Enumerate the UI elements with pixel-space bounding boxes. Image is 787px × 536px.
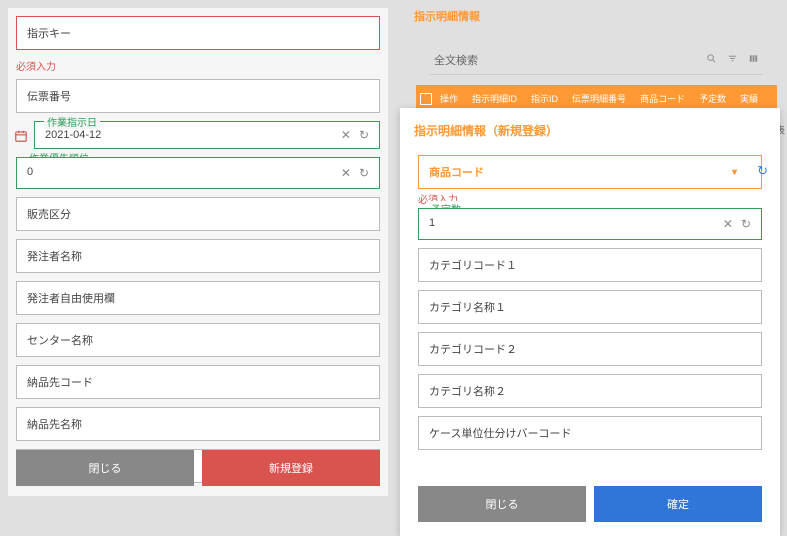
work-date-value: 2021-04-12	[45, 129, 101, 141]
required-label: 必須入力	[16, 58, 380, 73]
refresh-icon[interactable]: ↻	[359, 166, 369, 180]
case-barcode-input[interactable]: ケース単位仕分けバーコード	[418, 416, 762, 450]
refresh-icon[interactable]: ↻	[741, 217, 751, 231]
search-icon[interactable]	[706, 53, 717, 67]
work-date-row: 作業指示日 2021-04-12 ✕ ↻	[16, 121, 380, 149]
orderer-free-input[interactable]: 発注者自由使用欄	[16, 281, 380, 315]
slip-number-input[interactable]: 伝票番号	[16, 79, 380, 113]
close-button[interactable]: 閉じる	[16, 450, 194, 486]
priority-value: 0	[27, 166, 33, 180]
clear-icon[interactable]: ✕	[341, 128, 351, 142]
register-button[interactable]: 新規登録	[202, 450, 380, 486]
refresh-icon[interactable]: ↻	[359, 128, 369, 142]
detail-title: 指示明細情報	[410, 4, 783, 28]
product-code-label: 商品コード	[429, 164, 484, 180]
select-all-checkbox[interactable]	[420, 93, 432, 105]
sales-division-input[interactable]: 販売区分	[16, 197, 380, 231]
refresh-icon[interactable]: ↻	[757, 163, 768, 179]
detail-list-panel: 指示明細情報 全文検索 操作 指示明細ID 指示ID 伝票明細番号 商品コード …	[410, 4, 783, 112]
chevron-down-icon: ▾	[732, 167, 737, 178]
product-code-select[interactable]: 商品コード ▾	[418, 155, 762, 189]
filter-icon[interactable]	[727, 53, 738, 67]
priority-row: 作業優先順位 0 ✕ ↻	[16, 157, 380, 189]
calendar-icon[interactable]	[14, 129, 28, 146]
detail-register-modal: 指示明細情報（新規登録） 商品コード ▾ ↻ 必須入力 予定数 1 ✕ ↻ カテ…	[400, 108, 780, 536]
left-form-panel: 指示キー 必須入力 伝票番号 作業指示日 2021-04-12 ✕ ↻ 作業優先…	[8, 8, 388, 496]
planned-row: 予定数 1 ✕ ↻	[418, 208, 762, 240]
modal-close-button[interactable]: 閉じる	[418, 486, 586, 522]
work-date-label: 作業指示日	[44, 114, 100, 129]
category-code2-input[interactable]: カテゴリコード２	[418, 332, 762, 366]
priority-input[interactable]: 0 ✕ ↻	[16, 157, 380, 189]
th-slip-detail-no[interactable]: 伝票明細番号	[566, 90, 632, 107]
category-code1-input[interactable]: カテゴリコード１	[418, 248, 762, 282]
clear-icon[interactable]: ✕	[341, 166, 351, 180]
columns-icon[interactable]	[748, 53, 759, 67]
required-label: 必須入力	[418, 191, 762, 206]
instruction-key-input[interactable]: 指示キー	[16, 16, 380, 50]
clear-icon[interactable]: ✕	[723, 217, 733, 231]
th-product-code[interactable]: 商品コード	[634, 90, 691, 107]
left-button-row: 閉じる 新規登録	[16, 450, 380, 486]
modal-button-row: 閉じる 確定	[418, 486, 762, 522]
th-actual[interactable]: 実績	[734, 90, 764, 107]
th-planned[interactable]: 予定数	[693, 90, 732, 107]
th-instruction-id[interactable]: 指示ID	[525, 90, 564, 107]
planned-input[interactable]: 1 ✕ ↻	[418, 208, 762, 240]
th-detail-id[interactable]: 指示明細ID	[466, 90, 523, 107]
category-name2-input[interactable]: カテゴリ名称２	[418, 374, 762, 408]
delivery-code-input[interactable]: 納品先コード	[16, 365, 380, 399]
planned-value: 1	[429, 217, 435, 231]
th-action: 操作	[434, 90, 464, 107]
search-input[interactable]: 全文検索	[434, 52, 696, 68]
search-row: 全文検索	[430, 46, 763, 75]
delivery-name-input[interactable]: 納品先名称	[16, 407, 380, 441]
center-name-input[interactable]: センター名称	[16, 323, 380, 357]
category-name1-input[interactable]: カテゴリ名称１	[418, 290, 762, 324]
orderer-name-input[interactable]: 発注者名称	[16, 239, 380, 273]
modal-title: 指示明細情報（新規登録）	[414, 122, 766, 139]
confirm-button[interactable]: 確定	[594, 486, 762, 522]
